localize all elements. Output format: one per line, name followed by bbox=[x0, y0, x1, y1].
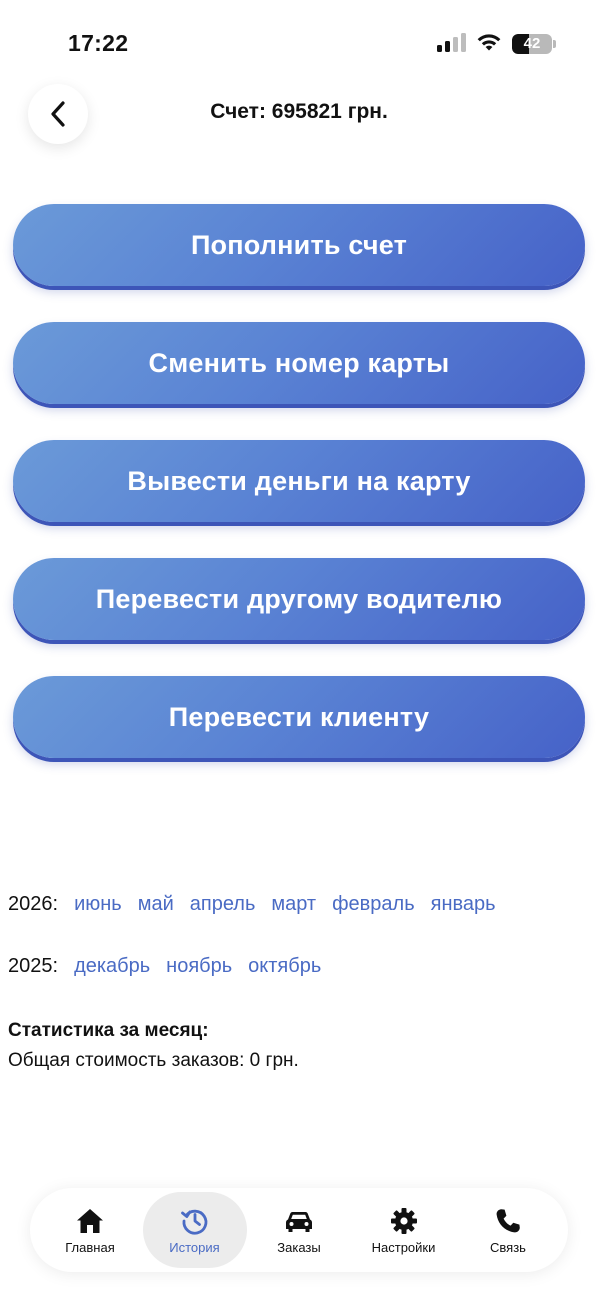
month-link[interactable]: ноябрь bbox=[166, 955, 232, 978]
month-link[interactable]: декабрь bbox=[74, 955, 150, 978]
transfer-to-client-button[interactable]: Перевести клиенту bbox=[13, 676, 585, 758]
withdraw-to-card-button[interactable]: Вывести деньги на карту bbox=[13, 440, 585, 522]
status-time: 17:22 bbox=[68, 30, 129, 56]
nav-label: Настройки bbox=[371, 1239, 436, 1255]
wifi-icon bbox=[477, 34, 501, 51]
battery-icon: 42 bbox=[512, 34, 556, 54]
car-icon bbox=[286, 1211, 312, 1232]
year-label: 2025: bbox=[8, 955, 59, 977]
transfer-to-driver-button[interactable]: Перевести другому водителю bbox=[13, 558, 585, 640]
battery-percent: 42 bbox=[523, 35, 541, 52]
nav-item-history[interactable]: История bbox=[142, 1192, 247, 1268]
nav-item-home[interactable]: Главная bbox=[38, 1192, 142, 1268]
total-orders-cost: Общая стоимость заказов: 0 грн. bbox=[8, 1050, 299, 1071]
year-row-2026: 2026: июнь май апрель март февраль январ… bbox=[8, 893, 512, 916]
top-up-button[interactable]: Пополнить счет bbox=[13, 204, 585, 286]
home-icon bbox=[77, 1208, 103, 1233]
month-link[interactable]: июнь bbox=[74, 893, 122, 916]
month-link[interactable]: май bbox=[138, 893, 174, 916]
year-row-2025: 2025: декабрь ноябрь октябрь bbox=[8, 955, 337, 978]
nav-label: Заказы bbox=[277, 1239, 321, 1255]
history-icon bbox=[180, 1209, 207, 1235]
month-link[interactable]: октябрь bbox=[248, 955, 321, 978]
screen: 17:22 42 Счет: 695821 грн. Пополнить сче bbox=[0, 0, 598, 1300]
gear-icon bbox=[390, 1207, 417, 1234]
status-bar: 17:22 42 bbox=[0, 0, 598, 80]
cellular-signal-icon bbox=[437, 33, 467, 52]
page-title: Счет: 695821 грн. bbox=[210, 100, 388, 123]
phone-icon bbox=[496, 1208, 520, 1232]
year-label: 2026: bbox=[8, 893, 59, 915]
nav-item-contact[interactable]: Связь bbox=[456, 1192, 560, 1268]
nav-label: История bbox=[169, 1239, 220, 1255]
nav-item-orders[interactable]: Заказы bbox=[247, 1192, 351, 1268]
account-actions: Пополнить счет Сменить номер карты Вывес… bbox=[13, 204, 585, 794]
month-link[interactable]: март bbox=[271, 893, 316, 916]
nav-item-settings[interactable]: Настройки bbox=[352, 1192, 456, 1268]
nav-label: Главная bbox=[65, 1239, 115, 1255]
nav-label: Связь bbox=[490, 1239, 526, 1255]
month-link[interactable]: апрель bbox=[190, 893, 256, 916]
month-link[interactable]: февраль bbox=[332, 893, 415, 916]
change-card-number-button[interactable]: Сменить номер карты bbox=[13, 322, 585, 404]
bottom-nav: Главная История Заказы Настройки Связь bbox=[30, 1188, 568, 1272]
stats-title: Статистика за месяц: bbox=[8, 1020, 209, 1041]
month-link[interactable]: январь bbox=[431, 893, 496, 916]
